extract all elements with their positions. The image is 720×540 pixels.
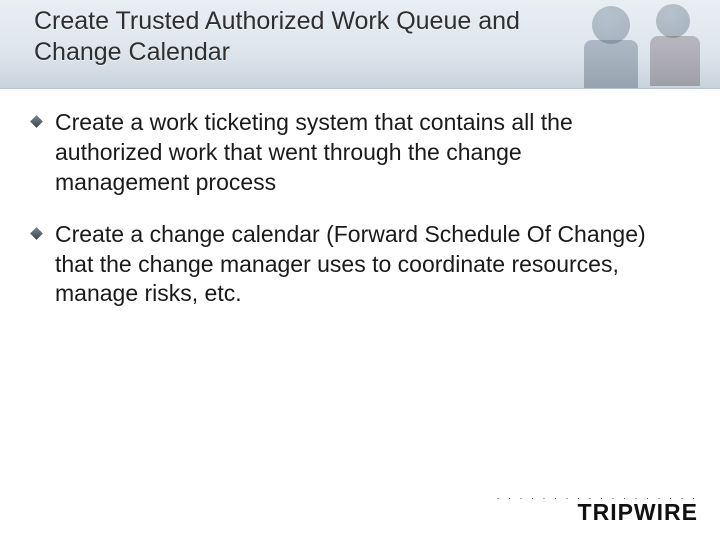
- header-background-figures: [570, 0, 720, 88]
- slide: Create Trusted Authorized Work Queue and…: [0, 0, 720, 540]
- bullet-item: Create a work ticketing system that cont…: [30, 108, 660, 198]
- footer-logo: · · · · · · · · · · · · · · · · · · TRIP…: [497, 493, 698, 526]
- slide-content: Create a work ticketing system that cont…: [30, 108, 660, 331]
- title-band: Create Trusted Authorized Work Queue and…: [0, 0, 720, 89]
- diamond-bullet-icon: [30, 227, 43, 240]
- slide-title: Create Trusted Authorized Work Queue and…: [34, 6, 570, 69]
- bullet-item: Create a change calendar (Forward Schedu…: [30, 220, 660, 310]
- bullet-text: Create a work ticketing system that cont…: [55, 108, 660, 198]
- logo-text: TRIPWIRE: [497, 499, 698, 526]
- bullet-text: Create a change calendar (Forward Schedu…: [55, 220, 660, 310]
- diamond-bullet-icon: [30, 115, 43, 128]
